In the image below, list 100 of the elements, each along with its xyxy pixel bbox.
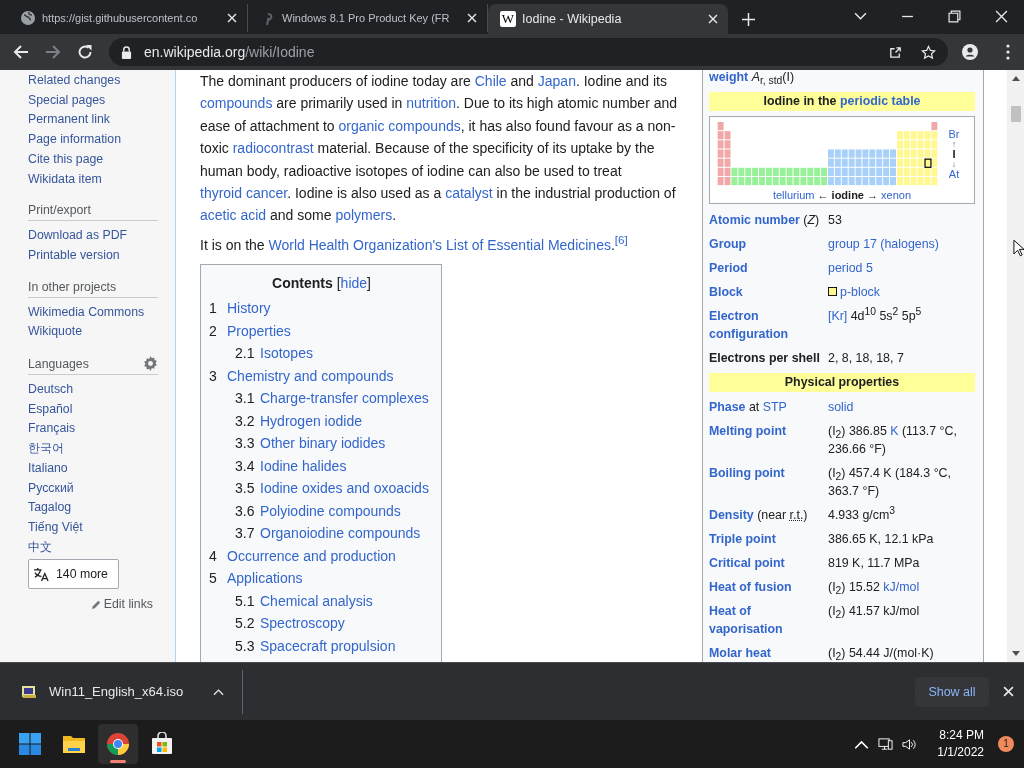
sidebar-link[interactable]: Deutsch — [28, 380, 175, 400]
label-link[interactable]: STP — [762, 400, 787, 414]
sidebar-link[interactable]: Wikimedia Commons — [28, 302, 175, 323]
store-bag-icon[interactable] — [150, 732, 174, 756]
menu-icon[interactable] — [1006, 44, 1010, 60]
show-all-button[interactable]: Show all — [915, 676, 989, 707]
article-link[interactable]: Japan — [537, 73, 576, 89]
label-link[interactable]: Boiling point — [709, 464, 785, 482]
toc-link[interactable]: Hydrogen iodide — [260, 412, 362, 429]
toc-link[interactable]: Organoiodine compounds — [260, 525, 421, 542]
toc-link[interactable]: Other binary iodides — [260, 435, 386, 452]
label-link[interactable]: Group — [709, 235, 747, 253]
value-link[interactable]: [Kr] — [828, 309, 848, 323]
clock[interactable]: 8:24 PM 1/1/2022 — [937, 727, 984, 761]
share-icon[interactable] — [888, 44, 903, 60]
scrollbar-thumb[interactable] — [1010, 106, 1021, 122]
toc-link[interactable]: Chemistry and compounds — [227, 367, 394, 384]
new-tab-icon[interactable] — [742, 13, 755, 26]
sidebar-link[interactable]: Printable version — [28, 245, 175, 266]
caret-icon[interactable] — [213, 687, 225, 696]
label-link[interactable]: Density — [709, 508, 754, 522]
sidebar-link[interactable]: 한국어 — [28, 439, 175, 459]
toc-link[interactable]: Iodine oxides and oxoacids — [260, 480, 429, 497]
toc-link[interactable]: Spectroscopy — [260, 615, 345, 632]
more-languages-button[interactable]: 140 more — [28, 559, 119, 590]
label-link[interactable]: Melting point — [709, 422, 787, 440]
tab-search-icon[interactable] — [854, 10, 867, 23]
header-link[interactable]: periodic table — [839, 94, 921, 108]
label-link[interactable]: Electron configuration — [709, 307, 824, 343]
sidebar-link[interactable]: Tagalog — [28, 498, 175, 518]
sidebar-link[interactable]: Wikiquote — [28, 322, 175, 343]
address-bar[interactable]: en.wikipedia.org/wiki/Iodine — [109, 38, 948, 66]
label-link[interactable]: Block — [709, 283, 743, 301]
article-link[interactable]: catalyst — [445, 185, 493, 202]
toc-link[interactable]: Occurrence and production — [227, 547, 396, 564]
value-link[interactable]: K — [890, 424, 899, 438]
browser-tab[interactable]: https://gist.githubusercontent.co — [8, 4, 248, 32]
element-link[interactable]: xenon — [881, 189, 912, 201]
label-link[interactable]: Atomic number — [709, 213, 800, 227]
sidebar-link[interactable]: Permanent link — [28, 110, 175, 131]
article-link[interactable]: [6] — [614, 237, 628, 254]
toc-link[interactable]: Spacecraft propulsion — [260, 637, 396, 654]
sidebar-link[interactable]: Tiếng Việt — [28, 517, 175, 538]
sidebar-link[interactable]: Español — [28, 399, 175, 420]
toc-link[interactable]: Charge-transfer complexes — [260, 390, 429, 407]
value-link[interactable]: group 17 (halogens) — [828, 235, 939, 253]
element-link[interactable]: Br — [948, 128, 960, 140]
label-link[interactable]: Critical point — [709, 554, 785, 572]
article-link[interactable]: thyroid cancer — [200, 185, 288, 202]
article-link[interactable]: compounds — [200, 95, 273, 112]
sidebar-link[interactable]: Русский — [28, 478, 175, 499]
element-link[interactable]: At — [948, 168, 960, 180]
toc-link[interactable]: Isotopes — [260, 345, 313, 362]
back-icon[interactable] — [13, 44, 29, 60]
download-file-name[interactable]: Win11_English_x64.iso — [49, 684, 184, 699]
hide-toggle[interactable]: [hide] — [336, 275, 371, 292]
sidebar-link[interactable]: Italiano — [28, 458, 175, 479]
article-link[interactable]: radiocontrast — [232, 140, 314, 157]
close-icon[interactable] — [1003, 686, 1014, 697]
article-link[interactable]: organic compounds — [338, 117, 461, 134]
value-link[interactable]: period 5 — [828, 259, 873, 277]
toc-link[interactable]: Chemical analysis — [260, 592, 373, 609]
edit-links-link[interactable]: Edit links — [28, 597, 153, 612]
sidebar-link[interactable]: Wikidata item — [28, 169, 175, 190]
close-icon[interactable] — [995, 10, 1008, 23]
windows-start-icon[interactable] — [18, 732, 42, 756]
notification-badge[interactable]: 1 — [998, 736, 1014, 752]
sidebar-link[interactable]: Special pages — [28, 90, 175, 111]
reload-icon[interactable] — [77, 44, 93, 60]
toc-link[interactable]: Applications — [227, 570, 303, 587]
value-link[interactable]: p-block — [840, 283, 880, 301]
close-tab-icon[interactable] — [467, 13, 477, 23]
toc-link[interactable]: History — [227, 300, 271, 317]
close-tab-icon[interactable] — [227, 13, 237, 23]
scroll-down-icon[interactable] — [1011, 651, 1020, 656]
close-tab-icon[interactable] — [708, 14, 718, 24]
scrollbar[interactable] — [1007, 70, 1024, 662]
article-link[interactable]: Chile — [474, 73, 507, 89]
label-link[interactable]: Triple point — [709, 530, 776, 548]
value-link[interactable]: kJ/mol — [883, 580, 920, 594]
sidebar-link[interactable]: Download as PDF — [28, 226, 175, 246]
label-link[interactable]: Heat of vaporisation — [709, 602, 824, 638]
scroll-up-icon[interactable] — [1011, 76, 1020, 81]
toc-link[interactable]: Properties — [227, 322, 291, 339]
network-icon[interactable] — [878, 736, 894, 752]
label-link[interactable]: Phase — [709, 400, 746, 414]
volume-icon[interactable] — [902, 736, 918, 752]
article-link[interactable]: World Health Organization's List of Essential Medicines — [268, 237, 611, 254]
profile-icon[interactable] — [962, 44, 978, 60]
settings-icon[interactable] — [143, 356, 158, 372]
sidebar-link[interactable]: 中文 — [28, 537, 175, 558]
value-link[interactable]: solid — [828, 398, 854, 416]
sidebar-link[interactable]: Français — [28, 419, 175, 440]
element-link[interactable]: tellurium — [772, 189, 815, 201]
article-link[interactable]: acetic acid — [200, 207, 267, 224]
label-link[interactable]: Period — [709, 259, 748, 277]
browser-tab[interactable]: W Iodine - Wikipedia — [488, 4, 728, 34]
restore-icon[interactable] — [948, 10, 961, 23]
sidebar-link[interactable]: Related changes — [28, 71, 175, 91]
browser-icon[interactable] — [106, 732, 130, 756]
